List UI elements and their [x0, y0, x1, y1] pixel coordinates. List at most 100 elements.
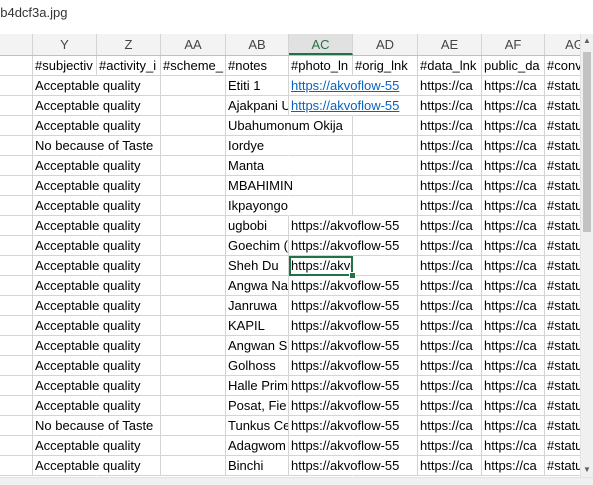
cell-aa-17[interactable]: [161, 396, 226, 416]
cell-x-6[interactable]: er con: [0, 176, 33, 196]
cell-ac-15[interactable]: https://akvoflow-55: [289, 356, 399, 376]
cell-af-15[interactable]: https://ca: [482, 356, 545, 376]
cell-ag-3[interactable]: #statu: [545, 116, 580, 136]
cell-z-0[interactable]: #activity_i: [97, 56, 161, 76]
cell-x-17[interactable]: [0, 396, 33, 416]
cell-af-4[interactable]: https://ca: [482, 136, 545, 156]
cell-ac-19[interactable]: https://akvoflow-55: [289, 436, 399, 456]
cell-af-18[interactable]: https://ca: [482, 416, 545, 436]
cell-x-14[interactable]: breal: [0, 336, 33, 356]
cell-ae-10[interactable]: https://ca: [418, 256, 482, 276]
cell-ab-12[interactable]: Janruwa: [226, 296, 289, 316]
cell-ae-9[interactable]: https://ca: [418, 236, 482, 256]
cell-ab-5[interactable]: Manta: [226, 156, 289, 176]
cell-x-18[interactable]: [0, 416, 33, 436]
cell-x-12[interactable]: [0, 296, 33, 316]
column-header-ab[interactable]: AB: [226, 34, 289, 55]
cell-af-12[interactable]: https://ca: [482, 296, 545, 316]
cell-ab-15[interactable]: Golhoss: [226, 356, 289, 376]
cell-ag-14[interactable]: #statu: [545, 336, 580, 356]
cell-ac-20[interactable]: https://akvoflow-55: [289, 456, 399, 476]
cell-ag-7[interactable]: #statu: [545, 196, 580, 216]
cell-aa-3[interactable]: [161, 116, 226, 136]
cell-ad-7[interactable]: [353, 196, 418, 216]
cell-ag-18[interactable]: #statu: [545, 416, 580, 436]
cell-ac-0[interactable]: #photo_ln: [289, 56, 353, 76]
cell-ab-3[interactable]: Ubahumonum Okija: [226, 116, 343, 136]
cell-ad-3[interactable]: [353, 116, 418, 136]
cell-ab-8[interactable]: ugbobi: [226, 216, 289, 236]
cell-af-10[interactable]: https://ca: [482, 256, 545, 276]
cell-aa-10[interactable]: [161, 256, 226, 276]
cell-aa-20[interactable]: [161, 456, 226, 476]
vertical-scroll-thumb[interactable]: [583, 52, 591, 232]
cell-ae-3[interactable]: https://ca: [418, 116, 482, 136]
cell-ag-9[interactable]: #statu: [545, 236, 580, 256]
cell-x-10[interactable]: breal: [0, 256, 33, 276]
fill-handle[interactable]: [349, 272, 356, 279]
cell-ag-10[interactable]: #statu: [545, 256, 580, 276]
cell-af-1[interactable]: https://ca: [482, 76, 545, 96]
cell-ae-2[interactable]: https://ca: [418, 96, 482, 116]
cell-y-15[interactable]: Acceptable quality: [33, 356, 141, 376]
cell-aa-8[interactable]: [161, 216, 226, 236]
cell-y-6[interactable]: Acceptable quality: [33, 176, 141, 196]
cell-ac-2[interactable]: https://akvoflow-55: [289, 96, 399, 116]
cell-af-9[interactable]: https://ca: [482, 236, 545, 256]
cell-ab-20[interactable]: Binchi: [226, 456, 289, 476]
cell-ac-6[interactable]: [289, 176, 353, 196]
cell-y-4[interactable]: No because of Taste: [33, 136, 153, 156]
cell-y-8[interactable]: Acceptable quality: [33, 216, 141, 236]
cell-y-3[interactable]: Acceptable quality: [33, 116, 141, 136]
cell-ag-8[interactable]: #statu: [545, 216, 580, 236]
cell-ab-13[interactable]: KAPIL: [226, 316, 289, 336]
cell-ag-20[interactable]: #statu: [545, 456, 580, 476]
cell-aa-15[interactable]: [161, 356, 226, 376]
column-header-aa[interactable]: AA: [161, 34, 226, 55]
cell-ae-6[interactable]: https://ca: [418, 176, 482, 196]
cell-aa-13[interactable]: [161, 316, 226, 336]
spreadsheet-grid[interactable]: XYZAAABACADAEAFAG al_col#subjectiv#activ…: [0, 34, 580, 477]
cell-ae-17[interactable]: https://ca: [418, 396, 482, 416]
cell-ag-13[interactable]: #statu: [545, 316, 580, 336]
cell-ag-5[interactable]: #statu: [545, 156, 580, 176]
column-header-af[interactable]: AF: [482, 34, 545, 55]
cell-ag-11[interactable]: #statu: [545, 276, 580, 296]
cell-af-17[interactable]: https://ca: [482, 396, 545, 416]
cell-af-11[interactable]: https://ca: [482, 276, 545, 296]
cell-aa-4[interactable]: [161, 136, 226, 156]
cell-ab-14[interactable]: Angwan S: [226, 336, 289, 356]
cell-ab-0[interactable]: #notes: [226, 56, 289, 76]
cell-y-9[interactable]: Acceptable quality: [33, 236, 141, 256]
cell-ab-9[interactable]: Goechim (: [226, 236, 289, 256]
cell-ae-18[interactable]: https://ca: [418, 416, 482, 436]
cell-ae-16[interactable]: https://ca: [418, 376, 482, 396]
cell-y-2[interactable]: Acceptable quality: [33, 96, 141, 116]
cell-ab-18[interactable]: Tunkus Ce: [226, 416, 289, 436]
cell-x-15[interactable]: ality: [0, 356, 33, 376]
cell-ag-16[interactable]: #statu: [545, 376, 580, 396]
cell-af-2[interactable]: https://ca: [482, 96, 545, 116]
cell-ad-5[interactable]: [353, 156, 418, 176]
cell-ae-0[interactable]: #data_lnk: [418, 56, 482, 76]
cell-ae-8[interactable]: https://ca: [418, 216, 482, 236]
cell-y-10[interactable]: Acceptable quality: [33, 256, 141, 276]
cell-y-7[interactable]: Acceptable quality: [33, 196, 141, 216]
cell-ae-19[interactable]: https://ca: [418, 436, 482, 456]
cell-ab-6[interactable]: MBAHIMIN: [226, 176, 293, 196]
cell-af-16[interactable]: https://ca: [482, 376, 545, 396]
cell-aa-19[interactable]: [161, 436, 226, 456]
cell-aa-1[interactable]: [161, 76, 226, 96]
cell-x-3[interactable]: [0, 116, 33, 136]
cell-ae-4[interactable]: https://ca: [418, 136, 482, 156]
cell-aa-6[interactable]: [161, 176, 226, 196]
cell-x-2[interactable]: breal: [0, 96, 33, 116]
cell-x-11[interactable]: breal: [0, 276, 33, 296]
cell-ad-4[interactable]: [353, 136, 418, 156]
cell-x-7[interactable]: in ba: [0, 196, 33, 216]
cell-aa-2[interactable]: [161, 96, 226, 116]
cell-y-5[interactable]: Acceptable quality: [33, 156, 141, 176]
cell-y-17[interactable]: Acceptable quality: [33, 396, 141, 416]
cell-ag-4[interactable]: #statu: [545, 136, 580, 156]
cell-af-7[interactable]: https://ca: [482, 196, 545, 216]
